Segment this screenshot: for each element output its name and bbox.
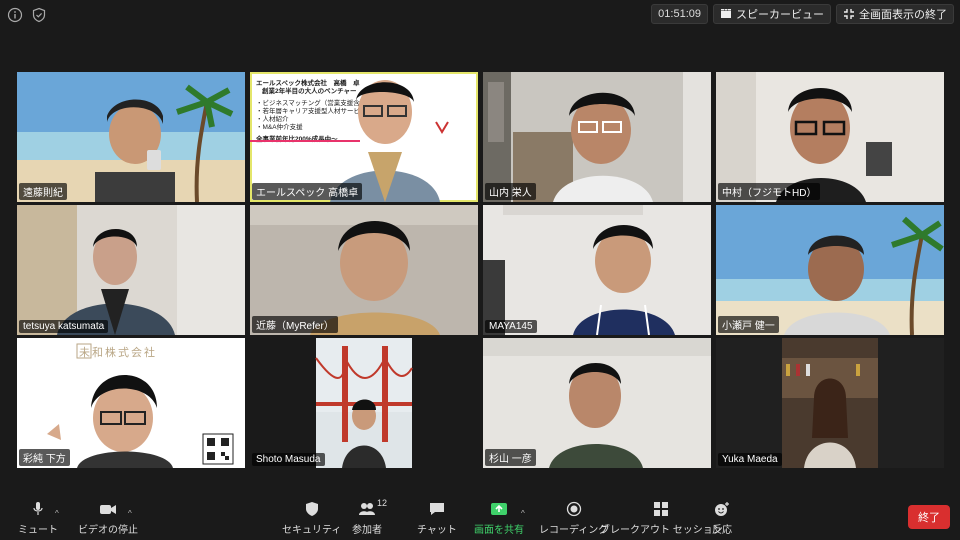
participants-label: 参加者	[352, 525, 382, 536]
speaker-view-button[interactable]: スピーカービュー	[713, 4, 831, 24]
participants-count: 12	[377, 498, 388, 508]
participant-name: 彩純 下方	[19, 449, 70, 466]
participant-name: 遠藤則紀	[19, 183, 67, 200]
video-tile[interactable]: 杉山 一彦	[483, 338, 711, 468]
breakout-grid-icon	[654, 502, 669, 516]
recording-label: レコーディング	[539, 525, 609, 536]
speaker-view-icon	[721, 9, 731, 18]
reactions-label: 反応	[712, 525, 732, 536]
share-screen-button[interactable]: 画面を共有	[474, 500, 524, 536]
breakout-sessions-label: ブレークアウト セッション	[600, 525, 723, 536]
video-tile[interactable]: tetsuya katsumata	[17, 205, 245, 335]
participant-name: 杉山 一彦	[485, 449, 536, 466]
stop-video-button[interactable]: ビデオの停止	[78, 500, 138, 536]
video-tile[interactable]: 未和株式会社 彩純 下方	[17, 338, 245, 468]
shield-icon	[305, 502, 318, 516]
exit-fullscreen-label: 全画面表示の終了	[859, 9, 947, 21]
end-meeting-button[interactable]: 終了	[908, 505, 950, 529]
top-left-icons	[6, 6, 48, 24]
audio-options-caret[interactable]: ^	[55, 509, 59, 518]
video-tile[interactable]: MAYA145	[483, 205, 711, 335]
participant-name: Yuka Maeda	[718, 453, 782, 466]
security-button[interactable]: セキュリティ	[282, 500, 341, 536]
record-icon	[566, 501, 581, 517]
stop-video-label: ビデオの停止	[78, 525, 138, 536]
smiley-plus-icon	[715, 502, 729, 516]
speaker-view-label: スピーカービュー	[736, 9, 824, 21]
video-tile[interactable]: 山内 栄人	[483, 72, 711, 202]
exit-fullscreen-button[interactable]: 全画面表示の終了	[836, 4, 954, 24]
participant-name: MAYA145	[485, 320, 537, 333]
mute-label: ミュート	[18, 525, 58, 536]
participants-icon	[359, 503, 375, 515]
mute-button[interactable]: ミュート	[18, 500, 58, 536]
room-background	[17, 205, 245, 335]
participant-name: エールスペック 高橋卓	[252, 183, 363, 200]
participant-name: tetsuya katsumata	[19, 320, 109, 333]
participant-name: Shoto Masuda	[252, 453, 325, 466]
video-options-caret[interactable]: ^	[128, 509, 132, 518]
exit-fullscreen-icon	[844, 9, 854, 19]
meeting-timer: 01:51:09	[651, 4, 708, 24]
chat-label: チャット	[417, 525, 457, 536]
participant-name: 小瀬戸 健一	[718, 316, 779, 333]
video-tile[interactable]: 遠藤則紀	[17, 72, 245, 202]
share-options-caret[interactable]: ^	[521, 509, 525, 518]
video-grid: 遠藤則紀 エールスペック株式会社 高橋 卓 創業2年半目の大人のベンチャー ・ビ…	[17, 72, 944, 468]
room-background	[483, 205, 711, 335]
room-background	[782, 338, 878, 468]
video-camera-icon	[100, 505, 116, 514]
participant-name: 山内 栄人	[485, 183, 536, 200]
security-label: セキュリティ	[282, 525, 342, 536]
participant-name: 中村（フジモトHD）	[718, 183, 821, 200]
meeting-toolbar: ミュート ^ ビデオの停止 ^ セキュリティ 12 参加者 チャット 画面を共有…	[0, 498, 960, 540]
bridge-background	[315, 338, 413, 468]
shield-check-icon[interactable]	[30, 6, 48, 24]
microphone-icon	[33, 502, 43, 515]
video-tile[interactable]: 小瀬戸 健一	[716, 205, 944, 335]
recording-button[interactable]: レコーディング	[539, 500, 608, 536]
video-tile-active-speaker[interactable]: エールスペック株式会社 高橋 卓 創業2年半目の大人のベンチャー ・ビジネスマッ…	[250, 72, 478, 202]
info-icon[interactable]	[6, 6, 24, 24]
breakout-sessions-button[interactable]: ブレークアウト セッション	[600, 500, 723, 536]
share-screen-label: 画面を共有	[474, 525, 524, 536]
video-tile[interactable]: Yuka Maeda	[716, 338, 944, 468]
top-right-controls: 01:51:09 スピーカービュー 全画面表示の終了	[651, 4, 954, 24]
video-tile[interactable]: 近藤（MyRefer）	[250, 205, 478, 335]
chat-button[interactable]: チャット	[417, 500, 457, 536]
reactions-button[interactable]: 反応	[712, 500, 732, 536]
video-tile[interactable]: Shoto Masuda	[250, 338, 478, 468]
video-tile[interactable]: 中村（フジモトHD）	[716, 72, 944, 202]
participant-name: 近藤（MyRefer）	[252, 316, 338, 333]
participants-button[interactable]: 12 参加者	[352, 498, 387, 536]
zoom-meeting-window: 01:51:09 スピーカービュー 全画面表示の終了 遠藤則紀 エールスペック株…	[0, 0, 960, 540]
share-screen-icon	[491, 503, 507, 515]
chat-bubble-icon	[429, 503, 444, 515]
